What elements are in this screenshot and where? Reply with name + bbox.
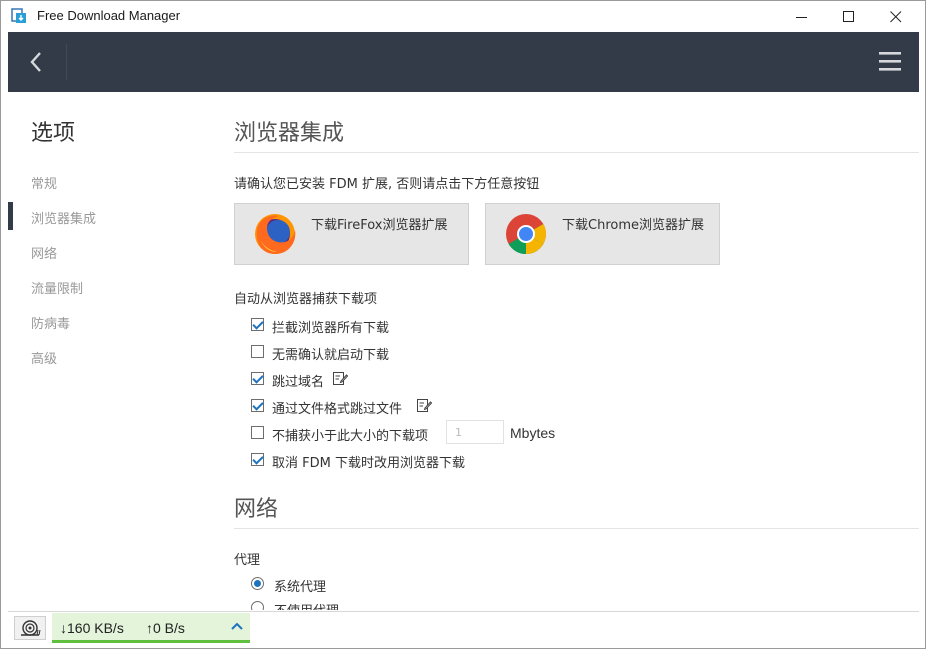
min-size-checkbox[interactable] [251, 426, 264, 439]
app-header [8, 32, 919, 92]
sidebar-active-indicator [8, 202, 13, 230]
section-title-network: 网络 [234, 497, 279, 522]
download-speed: ↓160 KB/s [60, 620, 124, 636]
maximize-button[interactable] [826, 1, 872, 32]
min-size-input[interactable]: 1 [446, 420, 504, 444]
intercept-all-downloads-checkbox[interactable] [251, 318, 264, 331]
extension-instruction: 请确认您已安装 FDM 扩展, 否则请点击下方任意按钮 [234, 177, 540, 192]
sidebar-item-browser-integration[interactable]: 浏览器集成 [31, 208, 96, 227]
download-chrome-extension-button[interactable]: 下载Chrome浏览器扩展 [485, 203, 720, 265]
min-size-label[interactable]: 不捕获小于此大小的下载项 [272, 425, 428, 444]
window-title: Free Download Manager [37, 8, 181, 23]
sidebar-item-network[interactable]: 网络 [31, 243, 57, 262]
size-unit-label: Mbytes [510, 425, 556, 441]
chevron-left-icon [30, 52, 41, 72]
close-icon [890, 10, 902, 22]
sidebar-item-traffic-limits[interactable]: 流量限制 [31, 278, 83, 297]
back-button[interactable] [22, 48, 50, 76]
download-arrow-icon: ↓ [60, 620, 67, 636]
no-proxy-radio[interactable] [251, 601, 264, 610]
section-divider [234, 528, 919, 529]
download-firefox-extension-button[interactable]: 下载FireFox浏览器扩展 [234, 203, 469, 265]
clipped-proxy-row: 不使用代理 [234, 597, 919, 610]
edit-icon[interactable] [416, 397, 432, 413]
firefox-icon [255, 214, 296, 254]
minimize-icon [796, 16, 807, 18]
sidebar-item-antivirus[interactable]: 防病毒 [31, 313, 70, 332]
upload-speed: ↑0 B/s [146, 620, 185, 636]
snail-icon [21, 620, 41, 636]
chrome-icon [506, 214, 546, 254]
section-title-browser-integration: 浏览器集成 [234, 121, 345, 146]
system-proxy-label[interactable]: 系统代理 [274, 576, 326, 595]
edit-icon[interactable] [332, 370, 348, 386]
skip-domains-label[interactable]: 跳过域名 [272, 371, 324, 390]
sidebar-item-general[interactable]: 常规 [31, 173, 57, 192]
close-button[interactable] [873, 1, 919, 32]
app-window: Free Download Manager 选项 常规 浏览器集成 网络 流量限… [0, 0, 926, 649]
firefox-button-label: 下载FireFox浏览器扩展 [311, 218, 448, 233]
skip-domains-checkbox[interactable] [251, 372, 264, 385]
skip-file-types-label[interactable]: 通过文件格式跳过文件 [272, 398, 402, 417]
hamburger-menu-icon[interactable] [879, 50, 901, 72]
sidebar-item-advanced[interactable]: 高级 [31, 348, 57, 367]
fallback-browser-download-label[interactable]: 取消 FDM 下载时改用浏览器下载 [272, 452, 465, 471]
fallback-browser-download-checkbox[interactable] [251, 453, 264, 466]
status-bar: ↓160 KB/s ↑0 B/s [8, 611, 919, 643]
header-divider [66, 44, 67, 80]
fdm-app-icon [11, 8, 26, 23]
skip-file-types-checkbox[interactable] [251, 399, 264, 412]
chevron-up-icon[interactable] [230, 619, 244, 633]
speed-mode-button[interactable] [14, 616, 46, 640]
proxy-label: 代理 [234, 553, 261, 568]
upload-arrow-icon: ↑ [146, 620, 153, 636]
intercept-all-downloads-label[interactable]: 拦截浏览器所有下载 [272, 317, 389, 336]
section-divider [234, 152, 919, 153]
title-bar: Free Download Manager [1, 1, 925, 32]
system-proxy-radio[interactable] [251, 577, 264, 590]
auto-capture-label: 自动从浏览器捕获下载项 [234, 292, 378, 307]
no-proxy-label[interactable]: 不使用代理 [274, 600, 339, 610]
speed-panel[interactable]: ↓160 KB/s ↑0 B/s [52, 613, 250, 643]
start-without-confirm-checkbox[interactable] [251, 345, 264, 358]
start-without-confirm-label[interactable]: 无需确认就启动下载 [272, 344, 389, 363]
minimize-button[interactable] [779, 1, 825, 32]
chrome-button-label: 下载Chrome浏览器扩展 [562, 218, 704, 233]
sidebar-title: 选项 [31, 121, 76, 146]
maximize-icon [843, 10, 854, 22]
